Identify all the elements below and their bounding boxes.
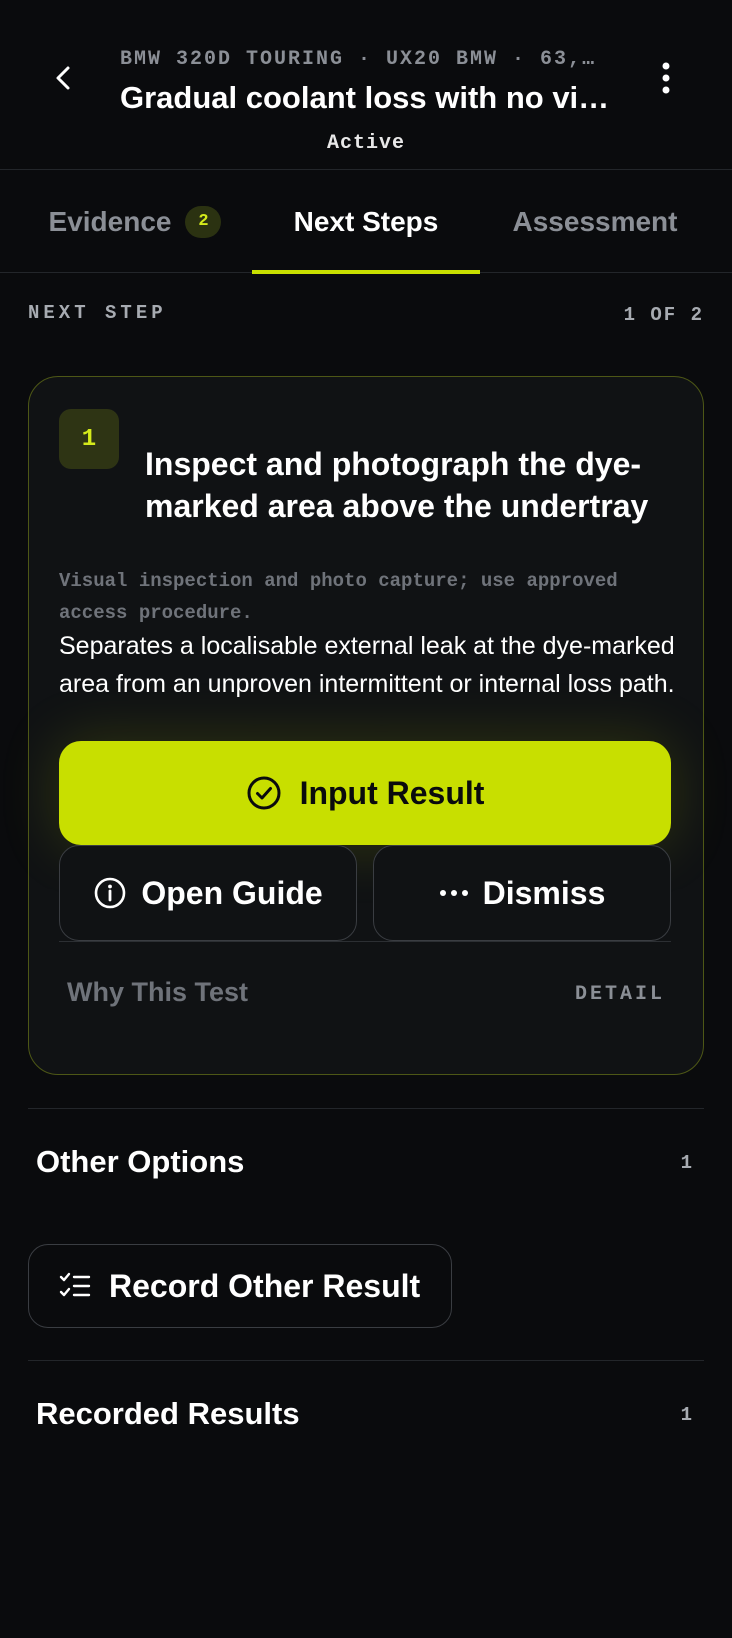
- card-divider: [59, 941, 671, 942]
- app-screen: BMW 320D TOURING · UX20 BMW · 63,… Gradu…: [0, 0, 732, 1638]
- detail-link[interactable]: DETAIL: [575, 983, 665, 1006]
- more-horizontal-icon: [439, 890, 468, 896]
- case-title: Gradual coolant loss with no vi…: [120, 80, 610, 115]
- chevron-left-icon: [56, 66, 70, 90]
- more-options-button[interactable]: [646, 56, 686, 100]
- evidence-count-badge: 2: [185, 205, 222, 238]
- check-circle-icon: [247, 776, 281, 810]
- dismiss-button[interactable]: Dismiss: [373, 845, 671, 941]
- section-divider: [28, 1108, 704, 1109]
- header: BMW 320D TOURING · UX20 BMW · 63,… Gradu…: [0, 0, 732, 170]
- other-options-title[interactable]: Other Options: [36, 1144, 244, 1180]
- record-other-result-label: Record Other Result: [109, 1267, 421, 1304]
- tab-evidence[interactable]: Evidence 2: [30, 170, 240, 273]
- why-this-test-toggle[interactable]: Why This Test: [67, 977, 248, 1008]
- step-method: Visual inspection and photo capture; use…: [59, 570, 618, 624]
- tab-next-steps-label: Next Steps: [293, 205, 439, 237]
- checklist-icon: [59, 1272, 91, 1297]
- tab-assessment[interactable]: Assessment: [494, 170, 696, 273]
- record-other-result-button[interactable]: Record Other Result: [28, 1244, 452, 1328]
- input-result-label: Input Result: [299, 774, 485, 811]
- step-description: Separates a localisable external leak at…: [59, 632, 675, 698]
- vehicle-subtitle: BMW 320D TOURING · UX20 BMW · 63,…: [120, 48, 597, 71]
- tab-evidence-label: Evidence: [48, 205, 172, 237]
- recorded-results-title[interactable]: Recorded Results: [36, 1396, 300, 1432]
- more-vertical-icon: [662, 62, 670, 94]
- case-status: Active: [326, 132, 405, 155]
- next-step-card: 1 Inspect and photograph the dye-marked …: [28, 376, 704, 1075]
- open-guide-label: Open Guide: [141, 874, 323, 911]
- recorded-results-count: 1: [680, 1404, 692, 1426]
- back-button[interactable]: [44, 58, 84, 98]
- tab-assessment-label: Assessment: [512, 205, 678, 237]
- tab-bar: Evidence 2 Next Steps Assessment: [0, 170, 732, 274]
- other-options-count: 1: [680, 1152, 692, 1174]
- open-guide-button[interactable]: Open Guide: [59, 845, 357, 941]
- step-title: Inspect and photograph the dye-marked ar…: [145, 446, 649, 524]
- info-circle-icon: [95, 877, 126, 909]
- section-divider: [28, 1360, 704, 1361]
- next-step-section-label: NEXT STEP: [28, 302, 167, 324]
- step-number-badge: 1: [59, 409, 119, 469]
- tab-next-steps[interactable]: Next Steps: [252, 170, 480, 274]
- input-result-button[interactable]: Input Result: [59, 741, 671, 845]
- next-step-count: 1 OF 2: [623, 304, 704, 326]
- dismiss-label: Dismiss: [482, 874, 606, 911]
